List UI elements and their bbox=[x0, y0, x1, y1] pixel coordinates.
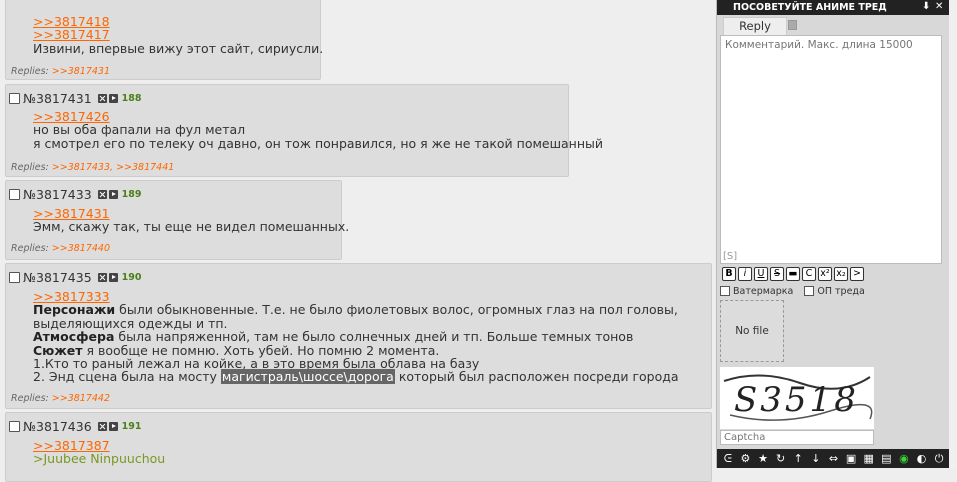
post-text: Атмосфера была напряженной, там не было … bbox=[33, 329, 634, 345]
gallery-icon[interactable]: ▦ bbox=[862, 452, 876, 466]
reply-post-icon[interactable] bbox=[108, 272, 118, 282]
post-checkbox[interactable] bbox=[9, 92, 20, 104]
post-count: 190 bbox=[121, 271, 142, 283]
tab-reply[interactable]: Reply bbox=[723, 17, 787, 35]
reply-link[interactable]: >>3817431 bbox=[52, 66, 110, 77]
file-dropzone[interactable]: No file bbox=[720, 300, 784, 362]
power-icon[interactable]: ⏻ bbox=[932, 452, 946, 466]
post-number[interactable]: №3817435 bbox=[23, 270, 92, 285]
post-text: Извини, впервые вижу этот сайт, сириусли… bbox=[33, 40, 324, 56]
code-button[interactable]: C bbox=[802, 267, 816, 281]
save-icon[interactable]: ▤ bbox=[879, 452, 893, 466]
italic-button[interactable]: i bbox=[738, 267, 752, 281]
post-text: Сюжет я вообще не помню. Хоть убей. Но п… bbox=[33, 342, 440, 358]
hide-post-icon[interactable] bbox=[97, 189, 107, 199]
eye-icon[interactable]: ◉ bbox=[897, 452, 911, 466]
captcha-input[interactable] bbox=[720, 430, 874, 445]
post-text: 1.Кто то раный лежал на койке, а в это в… bbox=[33, 356, 480, 372]
post-count: 191 bbox=[121, 420, 142, 432]
post-text: 2. Энд сцена была на мосту магистраль\шо… bbox=[33, 369, 679, 385]
hide-post-icon[interactable] bbox=[97, 272, 107, 282]
op-label: ОП треда bbox=[817, 286, 865, 297]
post-number[interactable]: №3817436 bbox=[23, 419, 92, 434]
quote-button[interactable]: > bbox=[850, 267, 864, 281]
reply-panel: ПОСОВЕТУЙТЕ АНИМЕ ТРЕД ⬇ ✕ Reply [S] B i… bbox=[716, 0, 950, 468]
post: №3817436 191 >>3817387 >Juubee Ninpuucho… bbox=[5, 412, 712, 482]
post-checkbox[interactable] bbox=[9, 420, 20, 432]
post-count: 189 bbox=[121, 188, 142, 200]
post-replies: Replies: >>3817431 bbox=[11, 66, 111, 77]
post-checkbox[interactable] bbox=[9, 188, 20, 200]
op-checkbox[interactable] bbox=[804, 286, 815, 296]
watermark-checkbox[interactable] bbox=[720, 286, 730, 296]
pin-icon[interactable]: ⬇ bbox=[922, 1, 930, 12]
refresh-icon[interactable]: ↻ bbox=[774, 452, 788, 466]
post: №3817435 190 >>3817333 Персонажи были об… bbox=[5, 263, 712, 409]
reply-post-icon[interactable] bbox=[108, 93, 118, 103]
reply-link[interactable]: >>3817433, bbox=[52, 162, 113, 173]
reply-post-icon[interactable] bbox=[108, 189, 118, 199]
format-toolbar: B i U S ▬ C x² x₂ > bbox=[722, 267, 864, 281]
underline-button[interactable]: U bbox=[754, 267, 768, 281]
post-count: 188 bbox=[121, 92, 142, 104]
hide-post-icon[interactable] bbox=[97, 421, 107, 431]
watermark-label: Ватермарка bbox=[733, 286, 794, 297]
arrow-up-icon[interactable]: ↑ bbox=[791, 452, 805, 466]
post-text: выделяющихся одежды и тп. bbox=[33, 315, 228, 331]
thread-title: ПОСОВЕТУЙТЕ АНИМЕ ТРЕД bbox=[733, 2, 887, 13]
captcha-image[interactable]: S3518 bbox=[720, 367, 874, 429]
post: №3817431 188 >>3817426 но вы оба фапали … bbox=[5, 84, 604, 177]
star-icon[interactable]: ★ bbox=[756, 452, 770, 466]
spoiler-button[interactable]: ▬ bbox=[786, 267, 800, 281]
strike-button[interactable]: S bbox=[770, 267, 784, 281]
tab-extra-icon[interactable] bbox=[788, 20, 797, 30]
settings-icon[interactable]: ⚙ bbox=[738, 452, 752, 466]
panel-toolbar: ᕮ ⚙ ★ ↻ ↑ ↓ ⇔ ▣ ▦ ▤ ◉ ◐ ⏻ bbox=[717, 449, 950, 468]
brightness-icon[interactable]: ◐ bbox=[915, 452, 929, 466]
reply-post-icon[interactable] bbox=[108, 421, 118, 431]
greentext: >Juubee Ninpuuchou bbox=[33, 451, 166, 467]
comment-input[interactable] bbox=[720, 35, 942, 264]
post-number[interactable]: №3817431 bbox=[23, 91, 92, 106]
subscript-button[interactable]: x₂ bbox=[834, 267, 848, 281]
logo-icon[interactable]: ᕮ bbox=[721, 452, 735, 466]
selected-text: магистраль\шоссе\дорога bbox=[220, 369, 395, 385]
post-options: Ватермарка ОП треда bbox=[720, 286, 865, 297]
bold-button[interactable]: B bbox=[722, 267, 736, 281]
images-icon[interactable]: ▣ bbox=[844, 452, 858, 466]
post-number[interactable]: №3817433 bbox=[23, 187, 92, 202]
reply-link[interactable]: >>3817441 bbox=[116, 162, 174, 173]
post-replies: Replies: >>3817442 bbox=[11, 393, 111, 404]
close-icon[interactable]: ✕ bbox=[935, 1, 943, 12]
arrow-down-icon[interactable]: ↓ bbox=[809, 452, 823, 466]
post-text: я смотрел его по телеку оч давно, он тож… bbox=[33, 135, 604, 151]
reply-link[interactable]: >>3817442 bbox=[52, 393, 110, 404]
post-checkbox[interactable] bbox=[9, 271, 20, 283]
post-text: Эмм, скажу так, ты еще не видел помешанн… bbox=[33, 219, 350, 235]
post-text: Персонажи были обыкновенные. Т.е. не был… bbox=[33, 302, 678, 318]
post-replies: Replies: >>3817433, >>3817441 bbox=[11, 162, 175, 173]
captcha-text: S3518 bbox=[734, 380, 859, 420]
reply-link[interactable]: >>3817440 bbox=[52, 243, 110, 254]
hide-post-icon[interactable] bbox=[97, 93, 107, 103]
superscript-button[interactable]: x² bbox=[818, 267, 832, 281]
panel-header: ПОСОВЕТУЙТЕ АНИМЕ ТРЕД ⬇ ✕ bbox=[717, 0, 950, 15]
post-replies: Replies: >>3817440 bbox=[11, 243, 111, 254]
post-text: но вы оба фапали на фул метал bbox=[33, 122, 246, 138]
scrollbar[interactable] bbox=[949, 0, 957, 468]
spoiler-mark: [S] bbox=[723, 251, 738, 262]
expand-icon[interactable]: ⇔ bbox=[826, 452, 840, 466]
post: >>3817418 >>3817417 Извини, впервые вижу… bbox=[5, 0, 324, 80]
post: №3817433 189 >>3817431 Эмм, скажу так, т… bbox=[5, 180, 350, 260]
